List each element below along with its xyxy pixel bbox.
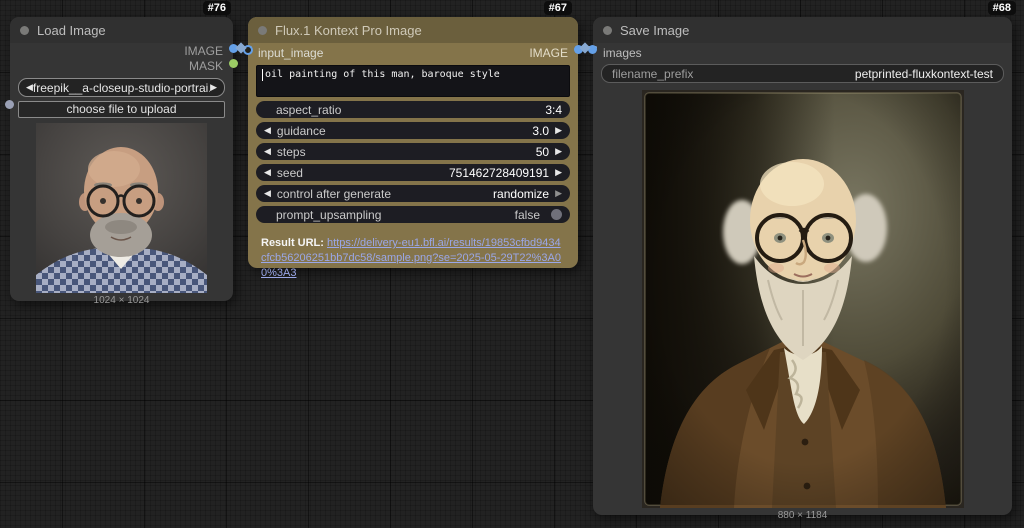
node-id-badge: #67: [544, 1, 572, 15]
node-load-image[interactable]: #76 Load Image IMAGE MASK ◀ freepik__a-c…: [10, 17, 233, 301]
choose-file-button[interactable]: choose file to upload: [18, 101, 225, 118]
input-slot-label: input_image: [258, 46, 323, 60]
increment-arrow-icon[interactable]: ▶: [555, 189, 562, 198]
prompt-upsampling-widget[interactable]: prompt_upsampling false: [256, 206, 570, 223]
collapse-dot-icon[interactable]: [258, 26, 267, 35]
decrement-arrow-icon[interactable]: ◀: [264, 147, 271, 156]
toggle-icon[interactable]: [551, 209, 562, 220]
combo-right-arrow-icon[interactable]: ▶: [210, 83, 217, 92]
node-flux-kontext-pro[interactable]: #67 Flux.1 Kontext Pro Image input_image…: [248, 17, 578, 268]
node-title: Flux.1 Kontext Pro Image: [275, 23, 422, 38]
oil-painting-portrait: [642, 90, 964, 508]
decrement-arrow-icon[interactable]: ◀: [264, 126, 271, 135]
upload-input-port[interactable]: [5, 100, 14, 109]
combo-value: freepik__a-closeup-studio-portrai...: [33, 81, 210, 95]
output-slot-image: IMAGE: [10, 43, 233, 58]
image-filename-combo[interactable]: ◀ freepik__a-closeup-studio-portrai... ▶: [18, 78, 225, 97]
seed-widget[interactable]: ◀ seed 751462728409191 ▶: [256, 164, 570, 181]
node-header[interactable]: Load Image: [10, 17, 233, 43]
aspect-ratio-widget[interactable]: aspect_ratio 3:4: [256, 101, 570, 118]
combo-left-arrow-icon[interactable]: ◀: [26, 83, 33, 92]
output-slot-label: IMAGE: [529, 46, 568, 60]
collapse-dot-icon[interactable]: [20, 26, 29, 35]
increment-arrow-icon[interactable]: ▶: [555, 126, 562, 135]
guidance-widget[interactable]: ◀ guidance 3.0 ▶: [256, 122, 570, 139]
output-slot-mask: MASK: [10, 58, 233, 73]
node-header[interactable]: Flux.1 Kontext Pro Image: [248, 17, 578, 43]
text-caret: [262, 69, 263, 81]
node-graph-canvas[interactable]: #76 Load Image IMAGE MASK ◀ freepik__a-c…: [0, 0, 1024, 528]
increment-arrow-icon[interactable]: ▶: [555, 168, 562, 177]
prompt-text: oil painting of this man, baroque style: [265, 69, 500, 80]
result-url-block: Result URL: https://delivery-eu1.bfl.ai/…: [261, 236, 565, 281]
decrement-arrow-icon[interactable]: ◀: [264, 189, 271, 198]
node-id-badge: #68: [988, 1, 1016, 15]
image-size-caption: 880 × 1184: [593, 510, 1012, 521]
prompt-textarea[interactable]: oil painting of this man, baroque style: [256, 65, 570, 97]
image-size-caption: 1024 × 1024: [10, 295, 233, 306]
mask-output-port[interactable]: [229, 59, 238, 68]
node-title: Load Image: [37, 23, 106, 38]
increment-arrow-icon[interactable]: ▶: [555, 147, 562, 156]
steps-widget[interactable]: ◀ steps 50 ▶: [256, 143, 570, 160]
result-url-label: Result URL:: [261, 237, 324, 249]
control-after-generate-widget[interactable]: ◀ control after generate randomize ▶: [256, 185, 570, 202]
collapse-dot-icon[interactable]: [603, 26, 612, 35]
node-id-badge: #76: [203, 1, 231, 15]
load-image-preview: [36, 123, 207, 293]
node-header[interactable]: Save Image: [593, 17, 1012, 43]
node-title: Save Image: [620, 23, 689, 38]
decrement-arrow-icon[interactable]: ◀: [264, 168, 271, 177]
filename-prefix-widget[interactable]: filename_prefix petprinted-fluxkontext-t…: [601, 64, 1004, 83]
node-save-image[interactable]: #68 Save Image images filename_prefix pe…: [593, 17, 1012, 515]
input-slot-label: images: [603, 46, 642, 60]
save-image-preview: [642, 90, 964, 508]
photo-portrait-man: [36, 123, 207, 293]
